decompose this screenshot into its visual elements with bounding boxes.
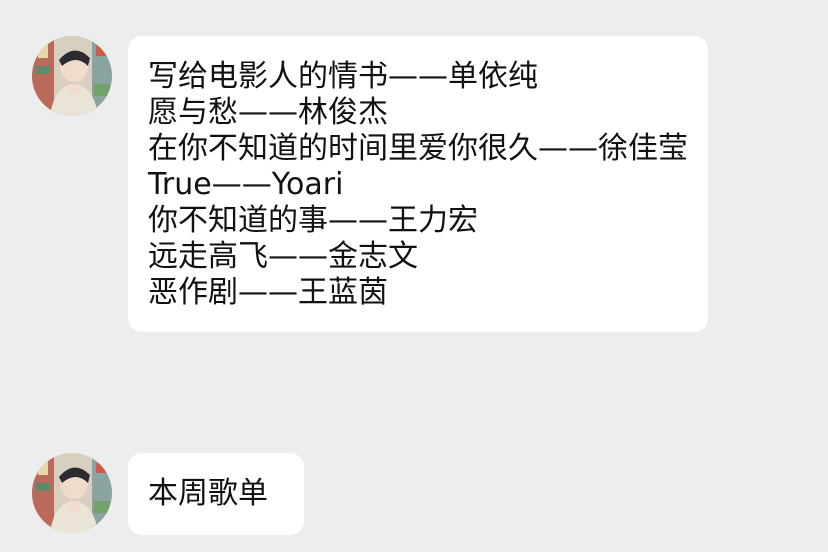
avatar-illustration-icon	[32, 36, 112, 116]
message-bubble[interactable]: 本周歌单	[128, 453, 304, 535]
message-line: 本周歌单	[148, 476, 268, 511]
message-line: 在你不知道的时间里爱你很久——徐佳莹	[148, 131, 688, 166]
avatar[interactable]	[32, 36, 112, 116]
message-line: True——Yoari	[148, 167, 344, 202]
chat-message: 写给电影人的情书——单依纯 愿与愁——林俊杰 在你不知道的时间里爱你很久——徐佳…	[32, 36, 708, 332]
message-line: 你不知道的事——王力宏	[148, 203, 478, 238]
message-bubble[interactable]: 写给电影人的情书——单依纯 愿与愁——林俊杰 在你不知道的时间里爱你很久——徐佳…	[128, 36, 708, 332]
avatar[interactable]	[32, 453, 112, 533]
message-line: 写给电影人的情书——单依纯	[148, 59, 538, 94]
avatar-illustration-icon	[32, 453, 112, 533]
message-line: 愿与愁——林俊杰	[148, 95, 388, 130]
message-line: 恶作剧——王蓝茵	[148, 275, 388, 310]
message-line: 远走高飞——金志文	[148, 239, 418, 274]
chat-message: 本周歌单	[32, 453, 304, 535]
